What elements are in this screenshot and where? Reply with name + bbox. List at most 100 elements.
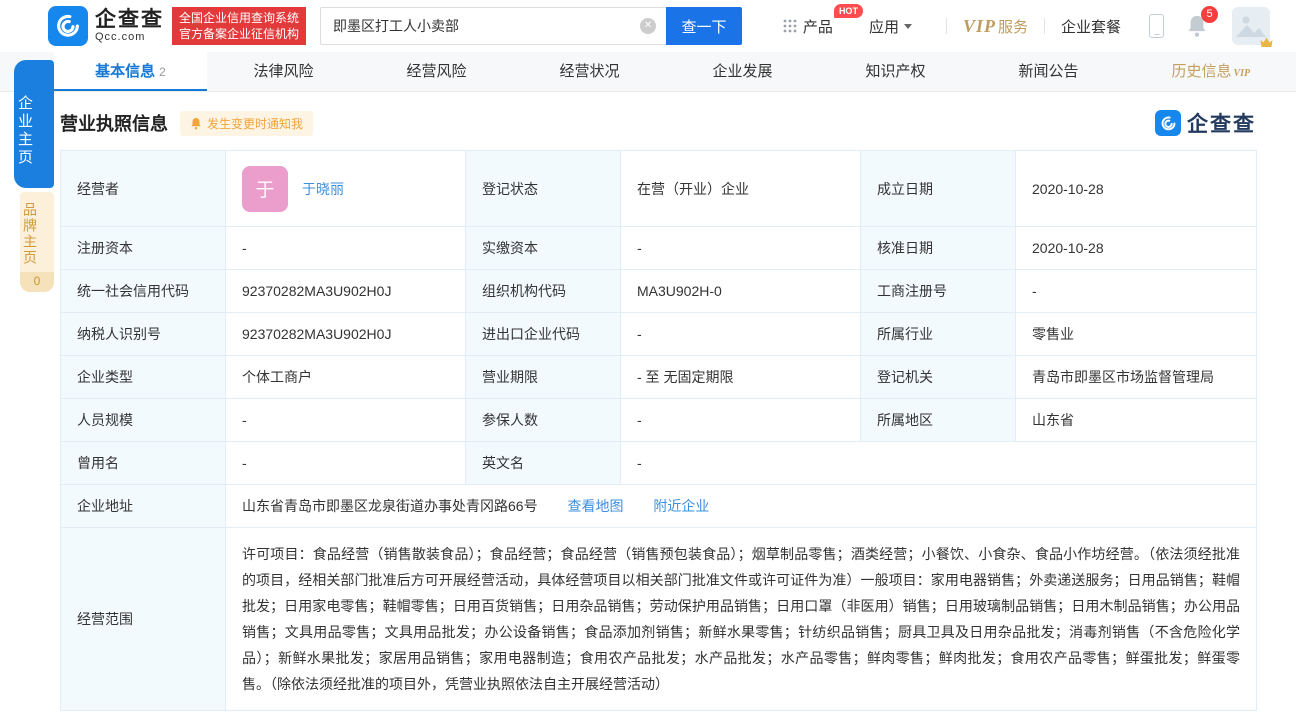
approval-date-value: 2020-10-28 [1016, 227, 1257, 270]
qcc-watermark-text: 企查查 [1187, 108, 1256, 138]
vip-tag: VIP [1234, 54, 1251, 93]
grid-icon [783, 19, 797, 33]
tab-count: 2 [159, 65, 166, 79]
reg-no-label: 工商注册号 [861, 270, 1016, 313]
org-code-value: MA3U902H-0 [621, 270, 861, 313]
tab-news[interactable]: 新闻公告 [972, 52, 1125, 91]
taxpayer-label: 纳税人识别号 [61, 313, 226, 356]
vip-wordmark: VIP [963, 16, 996, 37]
reg-capital-label: 注册资本 [61, 227, 226, 270]
paid-capital-label: 实缴资本 [466, 227, 621, 270]
nav-app-label: 应用 [869, 16, 899, 37]
credit-code-value: 92370282MA3U902H0J [226, 270, 466, 313]
notification-count-badge: 5 [1201, 6, 1218, 23]
company-type-label: 企业类型 [61, 356, 226, 399]
org-code-label: 组织机构代码 [466, 270, 621, 313]
staff-size-label: 人员规模 [61, 399, 226, 442]
tab-history-info[interactable]: 历史信息VIP [1125, 52, 1278, 91]
header-nav: 产品 HOT 应用 VIP 服务 企业套餐 5 [783, 7, 1270, 45]
logo-domain: Qcc.com [95, 31, 164, 43]
company-tabbar: 基本信息2 法律风险 经营风险 经营状况 企业发展 知识产权 新闻公告 历史信息… [0, 52, 1296, 92]
divider [1044, 18, 1045, 34]
table-row: 纳税人识别号 92370282MA3U902H0J 进出口企业代码 - 所属行业… [61, 313, 1257, 356]
chevron-down-icon [904, 24, 912, 29]
business-term-value: - 至 无固定期限 [621, 356, 861, 399]
business-license-table: 经营者 于 于晓丽 登记状态 在营（开业）企业 成立日期 2020-10-28 … [60, 150, 1257, 711]
tab-operation-risk[interactable]: 经营风险 [360, 52, 513, 91]
region-label: 所属地区 [861, 399, 1016, 442]
registry-label: 登记机关 [861, 356, 1016, 399]
status-value: 在营（开业）企业 [621, 151, 861, 227]
nav-app[interactable]: 应用 [869, 16, 912, 37]
notify-on-change-button[interactable]: 发生变更时通知我 [180, 111, 313, 136]
side-tab-brand-home[interactable]: 品牌主页 0 [20, 192, 54, 292]
table-row: 经营范围 许可项目：食品经营（销售散装食品）；食品经营；食品经营（销售预包装食品… [61, 528, 1257, 711]
mobile-app-icon[interactable] [1149, 14, 1164, 38]
nav-product-label: 产品 [803, 16, 833, 37]
license-section-header: 营业执照信息 发生变更时通知我 企查查 [60, 108, 1256, 138]
table-row: 经营者 于 于晓丽 登记状态 在营（开业）企业 成立日期 2020-10-28 [61, 151, 1257, 227]
vip-service-label: 服务 [998, 16, 1028, 37]
company-type-value: 个体工商户 [226, 356, 466, 399]
tab-legal-risk[interactable]: 法律风险 [207, 52, 360, 91]
tab-basic-info[interactable]: 基本信息2 [54, 52, 207, 91]
view-map-link[interactable]: 查看地图 [567, 498, 623, 514]
tab-intellectual-property[interactable]: 知识产权 [819, 52, 972, 91]
section-title: 营业执照信息 [60, 110, 168, 136]
brand-count-badge: 0 [20, 272, 54, 292]
tab-company-development[interactable]: 企业发展 [666, 52, 819, 91]
qcc-logo-icon [48, 6, 88, 46]
english-name-value: - [621, 442, 1257, 485]
search-input[interactable] [320, 7, 666, 45]
business-scope-label: 经营范围 [61, 528, 226, 711]
paid-capital-value: - [621, 227, 861, 270]
approval-date-label: 核准日期 [861, 227, 1016, 270]
taxpayer-value: 92370282MA3U902H0J [226, 313, 466, 356]
qcc-watermark-icon [1155, 110, 1181, 136]
crown-icon [1260, 37, 1273, 48]
registry-value: 青岛市即墨区市场监督管理局 [1016, 356, 1257, 399]
nav-product[interactable]: 产品 HOT [783, 16, 833, 37]
former-name-label: 曾用名 [61, 442, 226, 485]
notifications[interactable]: 5 [1186, 14, 1208, 38]
business-term-label: 营业期限 [466, 356, 621, 399]
operator-name-link[interactable]: 于晓丽 [302, 179, 344, 199]
user-avatar[interactable] [1232, 7, 1270, 45]
top-header: 企查查 Qcc.com 全国企业信用查询系统 官方备案企业征信机构 ✕ 查一下 … [0, 0, 1296, 52]
table-row: 人员规模 - 参保人数 - 所属地区 山东省 [61, 399, 1257, 442]
operator-label: 经营者 [61, 151, 226, 227]
business-scope-value: 许可项目：食品经营（销售散装食品）；食品经营；食品经营（销售预包装食品）；烟草制… [226, 528, 1257, 711]
nearby-companies-link[interactable]: 附近企业 [653, 498, 709, 514]
nav-vip-service[interactable]: VIP 服务 [963, 16, 1028, 37]
search-button[interactable]: 查一下 [666, 7, 742, 45]
import-export-label: 进出口企业代码 [466, 313, 621, 356]
industry-label: 所属行业 [861, 313, 1016, 356]
table-row: 企业地址 山东省青岛市即墨区龙泉街道办事处青冈路66号 查看地图 附近企业 [61, 485, 1257, 528]
bell-icon [190, 117, 202, 130]
insured-label: 参保人数 [466, 399, 621, 442]
tab-operation-status[interactable]: 经营状况 [513, 52, 666, 91]
established-value: 2020-10-28 [1016, 151, 1257, 227]
import-export-value: - [621, 313, 861, 356]
insured-value: - [621, 399, 861, 442]
table-row: 统一社会信用代码 92370282MA3U902H0J 组织机构代码 MA3U9… [61, 270, 1257, 313]
search-bar: ✕ 查一下 [320, 7, 742, 45]
gov-certification-badge: 全国企业信用查询系统 官方备案企业征信机构 [172, 7, 306, 45]
established-label: 成立日期 [861, 151, 1016, 227]
side-tab-company-home[interactable]: 企业主页 [14, 60, 54, 188]
operator-avatar: 于 [242, 166, 288, 212]
nav-enterprise-package[interactable]: 企业套餐 [1061, 16, 1121, 37]
table-row: 企业类型 个体工商户 营业期限 - 至 无固定期限 登记机关 青岛市即墨区市场监… [61, 356, 1257, 399]
english-name-label: 英文名 [466, 442, 621, 485]
table-row: 曾用名 - 英文名 - [61, 442, 1257, 485]
credit-code-label: 统一社会信用代码 [61, 270, 226, 313]
reg-no-value: - [1016, 270, 1257, 313]
region-value: 山东省 [1016, 399, 1257, 442]
search-clear-icon[interactable]: ✕ [640, 18, 656, 34]
industry-value: 零售业 [1016, 313, 1257, 356]
qcc-logo[interactable]: 企查查 Qcc.com [48, 6, 164, 46]
former-name-value: - [226, 442, 466, 485]
table-row: 注册资本 - 实缴资本 - 核准日期 2020-10-28 [61, 227, 1257, 270]
hot-badge: HOT [834, 4, 863, 18]
address-label: 企业地址 [61, 485, 226, 528]
